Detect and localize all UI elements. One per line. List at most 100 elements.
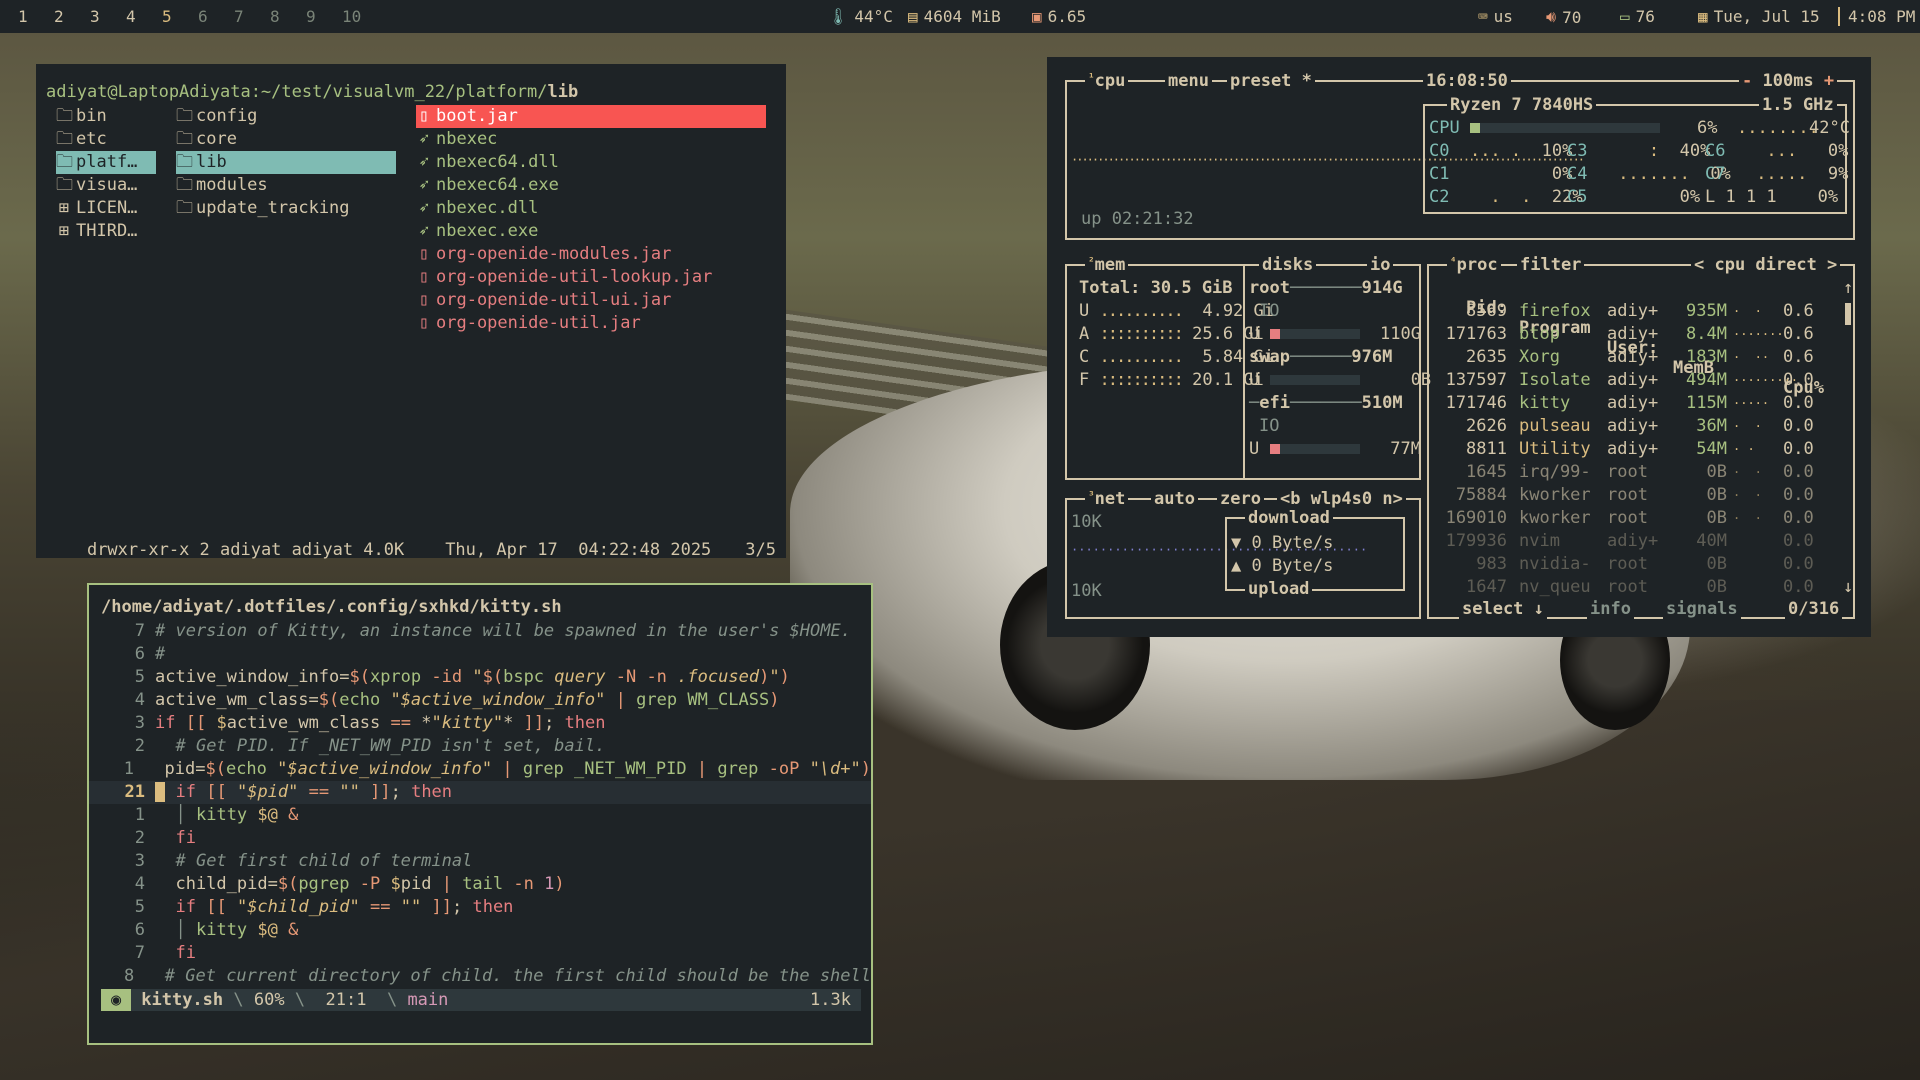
proc-row[interactable]: 137597 Isolate adiy+ 494M 0.0......... [1437,370,1837,393]
proc-cpu: 0.6 [1783,301,1814,321]
file-entry[interactable]: 🗀 etc [56,128,156,151]
file-entry[interactable]: ➶ nbexec [416,128,766,151]
code-line[interactable]: 2 fi [89,827,871,850]
clock-widget[interactable]: 4:08 PM [1838,7,1915,26]
code-text: if [[ "$pid" == "" ]]; then [155,781,871,804]
file-entry[interactable]: 🗀 core [176,128,396,151]
grid-file-icon: ⊞ [58,221,70,241]
proc-row[interactable]: 171763 btop adiy+ 8.4M 0.6....... [1437,324,1837,347]
file-entry[interactable]: ➶ nbexec.dll [416,197,766,220]
proc-program: Isolate [1519,370,1591,390]
proc-signals-button[interactable]: signals [1663,599,1741,619]
file-entry-selected[interactable]: 🗀 lib [176,151,396,174]
workspace-8[interactable]: 8 [270,7,306,26]
file-entry[interactable]: 🗀 config [176,105,396,128]
path-prefix: adiyat@LaptopAdiyata:~/test/visualvm_22/… [46,82,548,102]
code-line[interactable]: 3 if [[ $active_wm_class == *"kitty"* ]];… [89,712,871,735]
net-zero-toggle[interactable]: zero [1217,489,1264,509]
file-entry[interactable]: ▯ org-openide-modules.jar [416,243,766,266]
proc-row[interactable]: 171746 kitty adiy+ 115M 0.0..... [1437,393,1837,416]
file-entry[interactable]: ▯ org-openide-util-ui.jar [416,289,766,312]
volume-widget[interactable]: 🔊︎ 70 [1546,7,1581,27]
workspace-3[interactable]: 3 [90,7,126,26]
file-entry[interactable]: 🗀 modules [176,174,396,197]
code-line[interactable]: 3 # Get first child of terminal [89,850,871,873]
proc-cpu-graph: . . [1733,416,1762,430]
code-line[interactable]: 5 active_window_info=$(xprop -id "$(bspc … [89,666,871,689]
workspace-7[interactable]: 7 [234,7,270,26]
clock-value: 4:08 PM [1848,7,1916,26]
code-line[interactable]: 6 │ kitty $@ & [89,919,871,942]
proc-row[interactable]: 1647 nv_queu root 0B 0.0 [1437,577,1837,600]
workspace-1[interactable]: 1 [18,7,54,26]
proc-filter[interactable]: filter [1517,255,1585,275]
workspace-10[interactable]: 10 [342,7,378,26]
preset-tab[interactable]: preset * [1227,71,1315,91]
date-widget[interactable]: ▦ Tue, Jul 15 [1698,7,1820,26]
net-interface-selector[interactable]: <b wlp4s0 n> [1277,489,1406,509]
file-entry[interactable]: 🗀 visua… [56,174,156,197]
mem-box-title[interactable]: ²mem [1085,255,1129,275]
code-line[interactable]: 6 # [89,643,871,666]
file-entry[interactable]: ➶ nbexec64.exe [416,174,766,197]
code-line[interactable]: 1 pid=$(echo "$active_window_info" | gre… [89,758,871,781]
workspace-5[interactable]: 5 [162,7,198,26]
proc-cpu-graph: ......... [1733,370,1799,384]
proc-row[interactable]: 8569 firefox adiy+ 935M 0.6 . . [1437,301,1837,324]
disk-size: 914G [1361,278,1403,298]
cpu-box-title[interactable]: ¹cpu [1085,71,1129,91]
net-box-title[interactable]: ³net [1085,489,1129,509]
scroll-up-arrow-icon[interactable]: ↑ [1843,278,1853,298]
code-line[interactable]: 4 active_wm_class=$(echo "$active_window_… [89,689,871,712]
proc-cpu-graph: . . [1733,485,1762,499]
workspace-2[interactable]: 2 [54,7,90,26]
code-line[interactable]: 1 │ kitty $@ & [89,804,871,827]
proc-scrollbar-thumb[interactable] [1845,303,1851,325]
proc-row[interactable]: 179936 nvim adiy+ 40M 0.0 [1437,531,1837,554]
net-auto-toggle[interactable]: auto [1151,489,1198,509]
file-entry[interactable]: ➶ nbexec64.dll [416,151,766,174]
disks-box-title[interactable]: disks [1259,255,1317,275]
scroll-down-arrow-icon[interactable]: ↓ [1843,577,1853,597]
file-entry[interactable]: ▯ org-openide-util-lookup.jar [416,266,766,289]
code-line[interactable]: 7 # version of Kitty, an instance will be… [89,620,871,643]
code-line[interactable]: 5 if [[ "$child_pid" == "" ]]; then [89,896,871,919]
workspace-6[interactable]: 6 [198,7,234,26]
code-line[interactable]: 4 child_pid=$(pgrep -P $pid | tail -n 1) [89,873,871,896]
proc-sort-selector[interactable]: < cpu direct > [1691,255,1841,275]
keyboard-widget[interactable]: ⌨ us [1478,7,1513,26]
code-line[interactable]: 7 fi [89,942,871,965]
file-entry-selected[interactable]: 🗀 platf… [56,151,156,174]
code-line[interactable]: 2 # Get PID. If _NET_WM_PID isn't set, b… [89,735,871,758]
btop-window[interactable]: ¹cpu menu preset * 16:08:50 - 100ms + ··… [1047,57,1871,637]
workspace-4[interactable]: 4 [126,7,162,26]
file-manager-window[interactable]: adiyat@LaptopAdiyata:~/test/visualvm_22/… [36,64,786,560]
proc-box-title[interactable]: ⁴proc [1447,255,1501,275]
proc-row[interactable]: 8811 Utility adiy+ 54M 0.0 . . [1437,439,1837,462]
grid-file-icon: ⊞ [58,198,70,218]
proc-info-button[interactable]: info [1587,599,1634,619]
file-entry[interactable]: ⊞ THIRD… [56,220,156,243]
editor-buffer[interactable]: 7 # version of Kitty, an instance will be… [89,620,871,988]
file-entry-current[interactable]: ▯ boot.jar [416,105,766,128]
proc-row[interactable]: 983 nvidia-root 0B 0.0 [1437,554,1837,577]
file-entry[interactable]: 🗀 bin [56,105,156,128]
workspace-9[interactable]: 9 [306,7,342,26]
code-line[interactable]: 8 # Get current directory of child. the … [89,965,871,988]
proc-row[interactable]: 169010 kworker root 0B 0.0 . . [1437,508,1837,531]
proc-row[interactable]: 2635 Xorg adiy+ 183M 0.6 . .. [1437,347,1837,370]
file-entry[interactable]: 🗀 update_tracking [176,197,396,220]
file-entry[interactable]: ➶ nbexec.exe [416,220,766,243]
proc-row[interactable]: 1645 irq/99- root 0B 0.0 . . [1437,462,1837,485]
file-entry[interactable]: ⊞ LICEN… [56,197,156,220]
proc-row[interactable]: 2626 pulseau adiy+ 36M 0.0 . . [1437,416,1837,439]
menu-tab[interactable]: menu [1165,71,1212,91]
file-entry[interactable]: ▯ org-openide-util.jar [416,312,766,335]
disk-usage-key: U [1249,439,1260,459]
io-toggle[interactable]: io [1367,255,1394,275]
code-line-current[interactable]: 21 if [[ "$pid" == "" ]]; then [89,781,871,804]
editor-window[interactable]: /home/adiyat/.dotfiles/.config/sxhkd/kit… [87,583,873,1045]
proc-row[interactable]: 75884 kworker root 0B 0.0 . . [1437,485,1837,508]
interval-control[interactable]: - 100ms + [1739,71,1838,91]
proc-select-button[interactable]: select ↓ [1459,599,1547,619]
